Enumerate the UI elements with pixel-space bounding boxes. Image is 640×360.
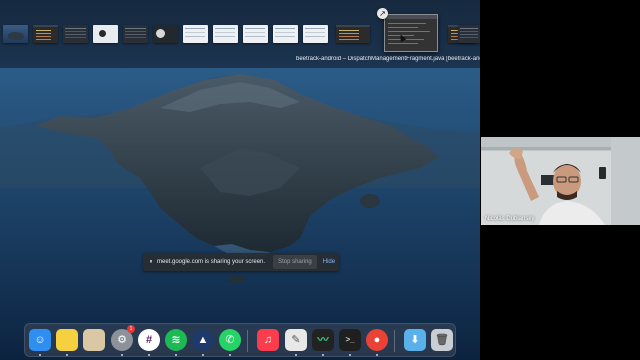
screen-sharing-bar: ⏸ meet.google.com is sharing your screen… [143,253,339,271]
app-glyph: ♫ [263,334,273,346]
window-thumbnail[interactable] [153,25,178,43]
window-thumbnail[interactable] [336,25,370,43]
hide-button[interactable]: Hide [323,259,335,265]
dock-separator [247,330,248,352]
notification-badge: 1 [127,325,135,333]
dock-separator [394,330,395,352]
app-glyph: ● [373,334,381,346]
mission-control-strip: ↗ beetrack-android – DispatchManagementF… [0,0,480,68]
app-glyph: ▲ [197,334,209,346]
sharing-message: meet.google.com is sharing your screen. [157,259,266,265]
participant-video-frame [481,137,640,225]
running-indicator [376,354,378,356]
window-title: beetrack-android – DispatchManagementFra… [296,56,480,62]
notes-icon[interactable] [56,329,78,351]
window-thumbnail[interactable] [63,25,88,43]
dock: ☺ ⚙ 1 # ≋ ▲ ✆ ♫ ✎ 〰 >_ ● ⬇ 🗑 [24,323,456,357]
window-thumbnail[interactable] [3,25,28,43]
trash-icon[interactable]: 🗑 [431,329,453,351]
app-glyph: # [145,334,153,346]
window-thumbnail[interactable] [33,25,58,43]
app-glyph [83,329,105,351]
window-thumbnail[interactable] [273,25,298,43]
window-thumbnail[interactable] [303,25,328,43]
running-indicator [295,354,297,356]
whatsapp-icon[interactable]: ✆ [219,329,241,351]
app-glyph [56,329,78,351]
window-thumbnail[interactable] [123,25,148,43]
app-glyph: ≋ [171,334,181,346]
finder-icon[interactable]: ☺ [29,329,51,351]
app-glyph: 🗑 [435,334,449,346]
slack-icon[interactable]: # [138,329,160,351]
app-glyph: ✎ [291,334,301,346]
terminal-icon[interactable]: >_ [339,329,361,351]
window-thumbnail[interactable] [93,25,118,43]
app-glyph: ☺ [34,334,46,346]
music-icon[interactable]: ♫ [257,329,279,351]
vpn-icon[interactable]: ▲ [192,329,214,351]
selected-window-thumbnail[interactable] [384,14,438,52]
meet-presentation-view: ↗ beetrack-android – DispatchManagementF… [0,0,640,360]
catalina-island-wallpaper [0,68,480,360]
pause-icon[interactable]: ⏸ [146,259,156,266]
downloads-folder-icon[interactable]: ⬇ [404,329,426,351]
window-thumbnail[interactable] [243,25,268,43]
shared-screen: ↗ beetrack-android – DispatchManagementF… [0,0,480,360]
running-indicator [148,354,150,356]
script-editor-icon[interactable]: ✎ [285,329,307,351]
participant-video-tile[interactable]: Nicolás Dubiansky [481,137,640,225]
spotify-icon[interactable]: ≋ [165,329,187,351]
window-thumbnail[interactable] [183,25,208,43]
preview-icon[interactable] [83,329,105,351]
running-indicator [121,354,123,356]
chrome-icon[interactable]: ● [366,329,388,351]
participant-name: Nicolás Dubiansky [485,216,535,222]
running-indicator [229,354,231,356]
activity-monitor-icon[interactable]: 〰 [312,329,334,351]
expand-icon[interactable]: ↗ [377,8,388,19]
app-glyph: 〰 [317,334,329,346]
running-indicator [39,354,41,356]
running-indicator [175,354,177,356]
running-indicator [349,354,351,356]
running-indicator [66,354,68,356]
window-thumbnail[interactable] [213,25,238,43]
running-indicator [202,354,204,356]
stop-sharing-button[interactable]: Stop sharing [273,255,317,269]
app-glyph: ✆ [225,334,235,346]
running-indicator [322,354,324,356]
window-thumbnail[interactable] [458,25,480,43]
app-glyph: >_ [345,335,355,344]
app-glyph: ⬇ [410,334,420,346]
